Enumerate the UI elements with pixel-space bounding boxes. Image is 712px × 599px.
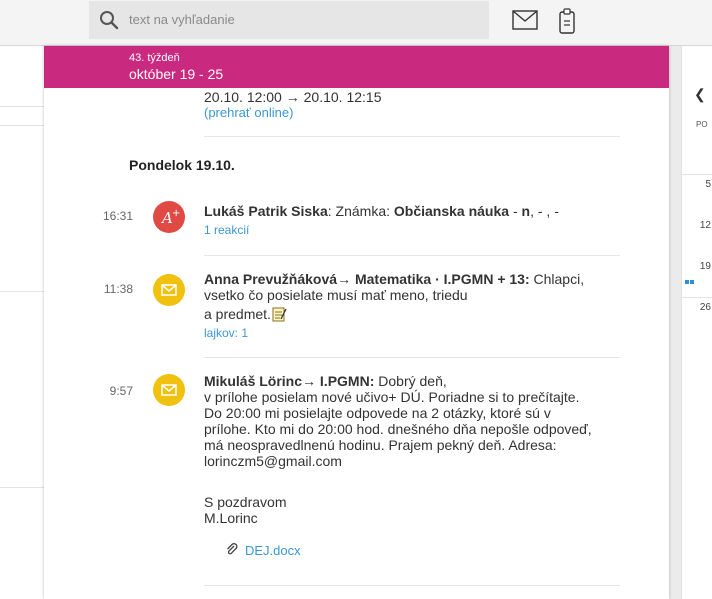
divider — [0, 125, 44, 126]
play-online-link[interactable]: (prehrať online) — [204, 105, 293, 120]
paperclip-icon — [227, 543, 238, 555]
item-time: 16:31 — [102, 209, 133, 223]
message-text: má neospravedlnenú hodinu. Prajem pekný … — [204, 437, 557, 453]
divider — [682, 174, 712, 175]
message-text: vsetko čo posielate musí mať meno, tried… — [204, 287, 468, 303]
attachment[interactable]: DEJ.docx — [225, 543, 301, 558]
reactions-link[interactable]: 1 reakcií — [204, 222, 624, 238]
calendar-day[interactable]: 5 — [705, 179, 711, 190]
recipient-group: → I.PGMN: — [302, 373, 375, 389]
divider — [204, 585, 620, 586]
search-input[interactable]: text na vyhľadanie — [129, 12, 235, 27]
chevron-left-icon[interactable]: ❮ — [694, 86, 706, 103]
top-bar: text na vyhľadanie — [0, 0, 712, 46]
item-time: 9:57 — [109, 384, 133, 398]
signature-line: S pozdravom — [204, 494, 287, 510]
search-icon[interactable] — [99, 10, 119, 30]
divider — [0, 291, 44, 292]
day-heading: Pondelok 19.10. — [129, 157, 235, 173]
item-text: - — [509, 203, 522, 219]
memo-icon — [272, 307, 287, 322]
feed-item: Lukáš Patrik Siska: Známka: Občianska ná… — [204, 203, 624, 238]
message-text: lorinczm5@gmail.com — [204, 453, 342, 469]
grade-value: n — [521, 203, 531, 219]
timeline-panel: 20.10. 12:00 → 20.10. 12:15 (prehrať onl… — [44, 46, 669, 599]
calendar-day[interactable]: 26 — [700, 302, 711, 313]
divider — [204, 357, 620, 358]
message-text: v prílohe posielam nové učivo+ DÚ. Poria… — [204, 389, 580, 405]
recipient-group: → Matematika · I.PGMN + 13: — [337, 271, 530, 287]
calendar-day[interactable]: 12 — [700, 220, 711, 231]
week-date-range: október 19 - 25 — [129, 66, 224, 82]
mail-icon[interactable] — [512, 10, 538, 30]
message-text: prílohe. Kto mi do 20:00 hod. dnešného d… — [204, 421, 592, 437]
message-text: a predmet. — [204, 306, 271, 322]
attachment-link[interactable]: DEJ.docx — [245, 543, 301, 558]
item-text: , - , - — [530, 203, 559, 219]
divider — [0, 106, 44, 107]
message-text: Do 20:00 mi posielajte odpovede na 2 otá… — [204, 405, 551, 421]
week-number: 43. týždeň — [129, 52, 180, 64]
subject-name: Občianska náuka — [393, 203, 510, 219]
calendar-day[interactable]: 19 — [700, 261, 711, 272]
author-name[interactable]: Anna Prevužňáková — [204, 271, 337, 287]
mini-calendar: ❮ PO 5 12 19 26 — [681, 46, 712, 599]
item-text: : Známka: — [327, 203, 394, 219]
author-name[interactable]: Lukáš Patrik Siska — [204, 203, 328, 219]
message-text: Dobrý deň, — [374, 373, 447, 389]
svg-text:+: + — [172, 208, 180, 219]
event-dots — [685, 271, 695, 284]
envelope-icon — [153, 274, 185, 306]
week-header: 43. týždeň október 19 - 25 — [44, 46, 669, 88]
left-panel — [0, 46, 44, 599]
author-name[interactable]: Mikuláš Lörinc — [204, 373, 302, 389]
event-time-range: 20.10. 12:00 → 20.10. 12:15 — [204, 89, 382, 105]
signature-line: M.Lorinc — [204, 510, 258, 526]
divider — [204, 255, 620, 256]
item-time: 11:38 — [103, 282, 133, 296]
likes-link[interactable]: lajkov: 1 — [204, 325, 624, 341]
message-text: Chlapci, — [529, 271, 585, 287]
clipboard-icon[interactable] — [558, 8, 576, 34]
calendar-day-header: PO — [696, 120, 708, 129]
divider — [0, 487, 44, 488]
grade-plus-icon: A + — [153, 201, 185, 233]
search-box[interactable]: text na vyhľadanie — [89, 1, 489, 39]
divider — [682, 297, 712, 298]
divider — [204, 136, 620, 137]
feed-item: Anna Prevužňáková→ Matematika · I.PGMN +… — [204, 271, 624, 341]
feed-item: Mikuláš Lörinc→ I.PGMN: Dobrý deň, v prí… — [204, 373, 624, 526]
envelope-icon — [153, 374, 185, 406]
